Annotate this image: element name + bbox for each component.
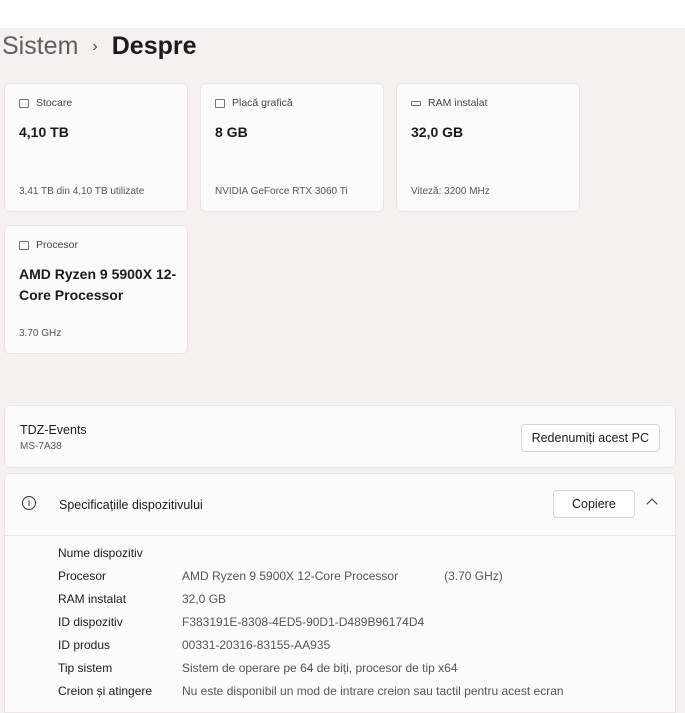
chevron-up-icon[interactable] bbox=[646, 498, 658, 510]
copy-button[interactable]: Copiere bbox=[553, 490, 635, 518]
spec-value: 32,0 GB bbox=[182, 592, 227, 606]
card-detail: NVIDIA GeForce RTX 3060 Ti bbox=[215, 186, 348, 197]
cpu-icon bbox=[19, 240, 29, 250]
spec-value: Nu este disponibil un mod de intrare cre… bbox=[182, 684, 564, 698]
device-name: TDZ-Events bbox=[20, 423, 87, 437]
device-model: MS-7A38 bbox=[20, 441, 62, 452]
page-title: Despre bbox=[111, 32, 197, 60]
info-icon: i bbox=[22, 496, 36, 510]
chevron-right-icon: › bbox=[92, 37, 98, 55]
spec-value: Sistem de operare pe 64 de biți, proceso… bbox=[182, 661, 458, 675]
ram-icon bbox=[411, 100, 421, 106]
card-label: Stocare bbox=[36, 97, 73, 109]
card-detail: 3,41 TB din 4,10 TB utilizate bbox=[19, 186, 145, 197]
top-strip bbox=[0, 0, 685, 28]
card-label: Procesor bbox=[36, 239, 79, 251]
breadcrumb: Sistem › Despre bbox=[2, 32, 197, 61]
card-value: 8 GB bbox=[215, 124, 248, 140]
spec-key: Creion și atingere bbox=[58, 684, 153, 698]
card-label: Placă grafică bbox=[232, 97, 293, 109]
card-value: 32,0 GB bbox=[411, 124, 464, 140]
spec-row: Nume dispozitiv bbox=[58, 546, 182, 560]
ram-card[interactable]: RAM instalat 32,0 GB Viteză: 3200 MHz bbox=[396, 83, 580, 212]
spec-key: ID dispozitiv bbox=[58, 615, 123, 629]
specs-header[interactable]: i Specificațiile dispozitivului Copiere bbox=[5, 474, 675, 536]
spec-row: ID dispozitiv F383191E-8308-4ED5-90D1-D48… bbox=[58, 615, 424, 629]
spec-key: Nume dispozitiv bbox=[58, 546, 143, 560]
card-detail: Viteză: 3200 MHz bbox=[411, 186, 490, 197]
spec-row: Creion și atingere Nu este disponibil un … bbox=[58, 684, 564, 698]
breadcrumb-parent[interactable]: Sistem bbox=[2, 32, 78, 61]
spec-row: RAM instalat 32,0 GB bbox=[58, 592, 226, 606]
card-value: AMD Ryzen 9 5900X 12-Core Processor bbox=[19, 266, 177, 303]
gpu-card[interactable]: Placă grafică 8 GB NVIDIA GeForce RTX 30… bbox=[200, 83, 384, 212]
spec-key: Tip sistem bbox=[58, 661, 113, 675]
processor-card[interactable]: Procesor AMD Ryzen 9 5900X 12-Core Proce… bbox=[4, 225, 188, 354]
device-name-panel: TDZ-Events MS-7A38 Redenumiți acest PC bbox=[4, 405, 676, 468]
spec-row: Procesor AMD Ryzen 9 5900X 12-Core Proces… bbox=[58, 569, 503, 583]
card-label: RAM instalat bbox=[428, 97, 488, 109]
storage-card[interactable]: Stocare 4,10 TB 3,41 TB din 4,10 TB util… bbox=[4, 83, 188, 212]
spec-value: AMD Ryzen 9 5900X 12-Core Processor bbox=[182, 569, 399, 583]
card-detail: 3.70 GHz bbox=[19, 328, 62, 339]
spec-value: F383191E-8308-4ED5-90D1-D489B96174D4 bbox=[182, 615, 425, 629]
spec-row: Tip sistem Sistem de operare pe 64 de biț… bbox=[58, 661, 458, 675]
spec-row: ID produs 00331-20316-83155-AA935 bbox=[58, 638, 330, 652]
spec-key: RAM instalat bbox=[58, 592, 127, 606]
specs-title: Specificațiile dispozitivului bbox=[59, 498, 203, 512]
spec-key: Procesor bbox=[58, 569, 107, 583]
spec-value: 00331-20316-83155-AA935 bbox=[182, 638, 331, 652]
card-value: 4,10 TB bbox=[19, 124, 69, 140]
gpu-icon bbox=[215, 98, 225, 108]
spec-key: ID produs bbox=[58, 638, 111, 652]
hard-drive-icon bbox=[19, 98, 29, 108]
rename-pc-button[interactable]: Redenumiți acest PC bbox=[520, 424, 660, 452]
spec-value-extra: (3.70 GHz) bbox=[444, 569, 503, 583]
